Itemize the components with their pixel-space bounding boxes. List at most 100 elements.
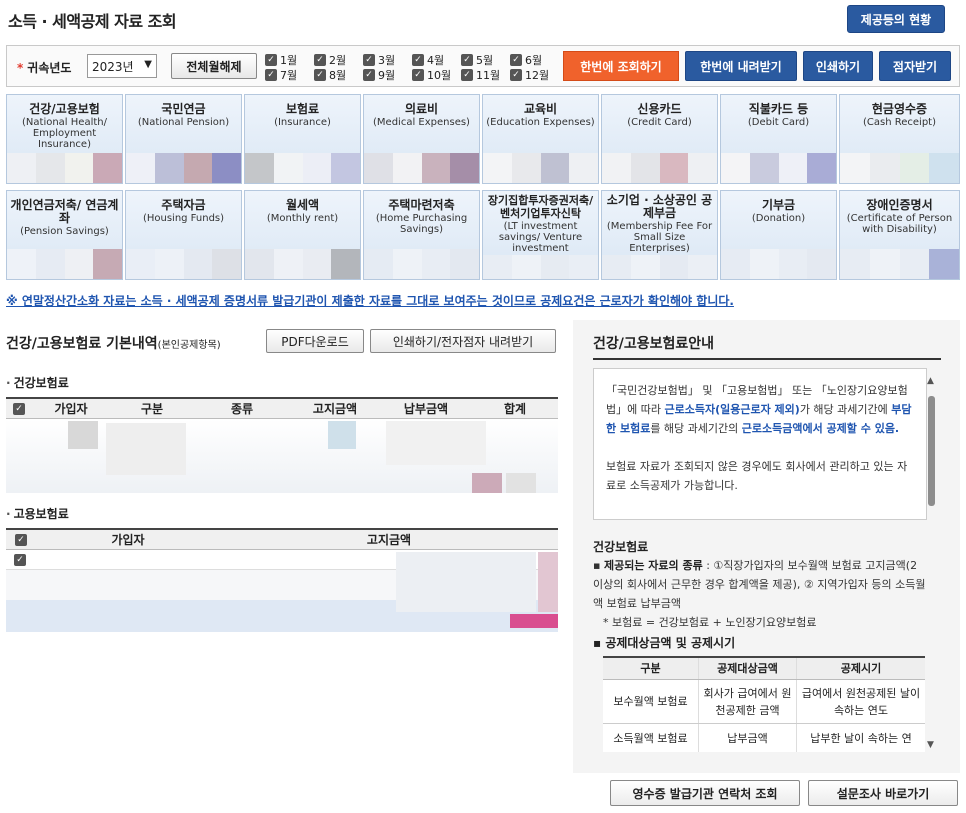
print-braille-download-button[interactable]: 인쇄하기/전자점자 내려받기 bbox=[370, 329, 556, 353]
guide-health-subtitle: 건강보험료 bbox=[593, 540, 649, 554]
survey-button[interactable]: 설문조사 바로가기 bbox=[808, 780, 958, 806]
month-checkbox-4[interactable]: ✓ 4월 bbox=[412, 53, 444, 67]
month-checkbox-10[interactable]: ✓ 10월 bbox=[412, 68, 451, 82]
month-checkbox-11[interactable]: ✓ 11월 bbox=[461, 68, 500, 82]
masked-amount bbox=[245, 153, 360, 183]
print-button[interactable]: 인쇄하기 bbox=[803, 51, 873, 81]
guide-title: 건강/고용보험료안내 bbox=[593, 336, 715, 352]
select-all-checkbox[interactable]: ✓ bbox=[6, 399, 32, 418]
masked-amount bbox=[840, 249, 959, 279]
guide-panel: 건강/고용보험료안내 「국민건강보험법」 및 「고용보험법」 또는 「노인장기요… bbox=[573, 320, 960, 773]
checkbox-icon: ✓ bbox=[314, 54, 326, 66]
row-checkbox[interactable]: ✓ bbox=[14, 554, 26, 566]
month-checkbox-7[interactable]: ✓ 7월 bbox=[265, 68, 297, 82]
employment-insurance-table: ✓ 가입자 고지금액 ✓ bbox=[6, 528, 558, 633]
year-select[interactable]: 2023년 ▼ bbox=[87, 54, 157, 78]
checkbox-icon: ✓ bbox=[363, 69, 375, 81]
masked-amount bbox=[364, 249, 479, 279]
scroll-thumb[interactable] bbox=[928, 396, 935, 506]
checkbox-icon: ✓ bbox=[412, 69, 424, 81]
month-checkbox-5[interactable]: ✓ 5월 bbox=[461, 53, 493, 67]
deduction-table: 구분 공제대상금액 공제시기 보수월액 보험료 회사가 급여에서 원천공제한 금… bbox=[603, 656, 925, 752]
page-title: 소득 · 세액공제 자료 조회 bbox=[8, 12, 177, 31]
year-label: * 귀속년도 bbox=[17, 61, 72, 75]
download-all-button[interactable]: 한번에 내려받기 bbox=[685, 51, 797, 81]
tile-lt-investment-savings[interactable]: 장기집합투자증권저축/ 벤처기업투자신탁 (LT investment savi… bbox=[482, 190, 599, 280]
tile-home-purchasing-savings[interactable]: 주택마련저축 (Home Purchasing Savings) bbox=[363, 190, 480, 280]
tile-small-enterprise-fee[interactable]: 소기업 · 소상공인 공제부금 (Membership Fee For Smal… bbox=[601, 190, 718, 280]
month-checkbox-12[interactable]: ✓ 12월 bbox=[510, 68, 549, 82]
guide-intro-box: 「국민건강보험법」 및 「고용보험법」 또는 「노인장기요양보험법」에 따라 근… bbox=[593, 368, 927, 520]
masked-amount bbox=[840, 153, 959, 183]
tile-cash-receipt[interactable]: 현금영수증 (Cash Receipt) bbox=[839, 94, 960, 184]
masked-rows bbox=[6, 552, 558, 632]
masked-amount bbox=[245, 249, 360, 279]
masked-amount bbox=[483, 255, 598, 279]
checkbox-icon: ✓ bbox=[265, 69, 277, 81]
checkbox-icon: ✓ bbox=[15, 533, 27, 546]
tile-debit-card[interactable]: 직불카드 등 (Debit Card) bbox=[720, 94, 837, 184]
tile-monthly-rent[interactable]: 월세액 (Monthly rent) bbox=[244, 190, 361, 280]
checkbox-icon: ✓ bbox=[363, 54, 375, 66]
health-insurance-subtitle: 건강보험료 bbox=[6, 374, 69, 391]
tile-housing-funds[interactable]: 주택자금 (Housing Funds) bbox=[125, 190, 242, 280]
scroll-down-icon[interactable]: ▼ bbox=[927, 740, 934, 750]
health-insurance-table: ✓ 가입자 구분 종류 고지금액 납부금액 합계 bbox=[6, 397, 558, 493]
masked-amount bbox=[7, 249, 122, 279]
month-checkbox-6[interactable]: ✓ 6월 bbox=[510, 53, 542, 67]
tile-national-pension[interactable]: 국민연금 (National Pension) bbox=[125, 94, 242, 184]
pdf-download-button[interactable]: PDF다운로드 bbox=[266, 329, 364, 353]
tile-health-employment[interactable]: 건강/고용보험 (National Health/ Employment Ins… bbox=[6, 94, 123, 184]
notice-link[interactable]: ※ 연말정산간소화 자료는 소득 · 세액공제 증명서류 발급기관이 제출한 자… bbox=[6, 292, 734, 309]
checkbox-icon: ✓ bbox=[13, 402, 25, 415]
checkbox-icon: ✓ bbox=[461, 69, 473, 81]
scroll-up-icon[interactable]: ▲ bbox=[927, 376, 934, 386]
guide-provided-text: ▪ 제공되는 자료의 종류 : ①직장가입자의 보수월액 보험료 고지금액(2 … bbox=[593, 559, 926, 610]
masked-amount bbox=[721, 249, 836, 279]
guide-intro-paragraph: 「국민건강보험법」 및 「고용보험법」 또는 「노인장기요양보험법」에 따라 근… bbox=[606, 384, 912, 435]
provide-status-button[interactable]: 제공등의 현황 bbox=[847, 5, 945, 33]
guide-divider bbox=[593, 358, 941, 360]
chevron-down-icon: ▼ bbox=[144, 59, 152, 70]
masked-rows bbox=[6, 419, 558, 493]
braille-button[interactable]: 점자받기 bbox=[879, 51, 951, 81]
checkbox-icon: ✓ bbox=[314, 69, 326, 81]
tile-disability-certificate[interactable]: 장애인증명서 (Certificate of Person with Disab… bbox=[839, 190, 960, 280]
checkbox-icon: ✓ bbox=[510, 69, 522, 81]
query-all-button[interactable]: 한번에 조회하기 bbox=[563, 51, 679, 81]
tile-credit-card[interactable]: 신용카드 (Credit Card) bbox=[601, 94, 718, 184]
table-row: 보수월액 보험료 회사가 급여에서 원천공제한 금액 급여에서 원천공제된 날이… bbox=[603, 680, 925, 724]
masked-amount bbox=[126, 153, 241, 183]
month-checkbox-9[interactable]: ✓ 9월 bbox=[363, 68, 395, 82]
checkbox-icon: ✓ bbox=[265, 54, 277, 66]
guide-formula: * 보험료 = 건강보험료 + 노인장기요양보험료 bbox=[603, 616, 817, 629]
select-all-checkbox[interactable]: ✓ bbox=[6, 530, 36, 549]
checkbox-icon: ✓ bbox=[412, 54, 424, 66]
receipt-contact-button[interactable]: 영수증 발급기관 연락처 조회 bbox=[610, 780, 800, 806]
checkbox-icon: ✓ bbox=[510, 54, 522, 66]
masked-amount bbox=[364, 153, 479, 183]
tile-education[interactable]: 교육비 (Education Expenses) bbox=[482, 94, 599, 184]
employment-insurance-subtitle: 고용보험료 bbox=[6, 505, 69, 522]
checkbox-icon: ✓ bbox=[461, 54, 473, 66]
table-header: 구분 공제대상금액 공제시기 bbox=[603, 658, 925, 680]
month-checkboxes: ✓ 1월 ✓ 2월 ✓ 3월 ✓ 4월 ✓ 5월 ✓ 6월 ✓ 7월 ✓ 8월 ✓ 9월 ✓ 10월… bbox=[263, 51, 563, 83]
month-checkbox-8[interactable]: ✓ 8월 bbox=[314, 68, 346, 82]
release-all-months-button[interactable]: 전체월해제 bbox=[171, 53, 257, 79]
tile-medical[interactable]: 의료비 (Medical Expenses) bbox=[363, 94, 480, 184]
table-row: 소득월액 보험료 납부금액 납부한 날이 속하는 연 bbox=[603, 724, 925, 752]
masked-amount bbox=[483, 153, 598, 183]
month-checkbox-3[interactable]: ✓ 3월 bbox=[363, 53, 395, 67]
table-header: ✓ 가입자 고지금액 bbox=[6, 530, 558, 550]
tile-donation[interactable]: 기부금 (Donation) bbox=[720, 190, 837, 280]
month-checkbox-1[interactable]: ✓ 1월 bbox=[265, 53, 297, 67]
guide-note-paragraph: 보험료 자료가 조회되지 않은 경우에도 회사에서 관리하고 있는 자료로 소득… bbox=[606, 460, 908, 492]
month-checkbox-2[interactable]: ✓ 2월 bbox=[314, 53, 346, 67]
masked-amount bbox=[721, 153, 836, 183]
tile-insurance[interactable]: 보험료 (Insurance) bbox=[244, 94, 361, 184]
masked-amount bbox=[7, 153, 122, 183]
filter-bar: * 귀속년도 2023년 ▼ 전체월해제 ✓ 1월 ✓ 2월 ✓ 3월 ✓ 4월 ✓ 5월 … bbox=[6, 45, 960, 87]
masked-amount bbox=[602, 255, 717, 279]
tile-pension-savings[interactable]: 개인연금저축/ 연금계좌 (Pension Savings) bbox=[6, 190, 123, 280]
guide-deduction-subtitle: ▪ 공제대상금액 및 공제시기 bbox=[593, 636, 736, 650]
